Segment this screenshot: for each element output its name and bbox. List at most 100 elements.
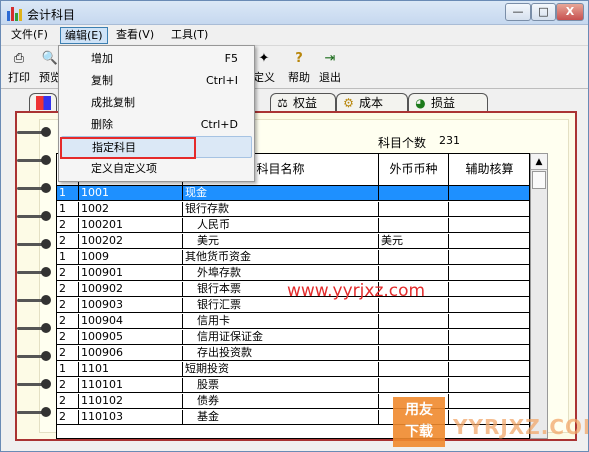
binder-ring	[11, 295, 51, 305]
define-label: 定义	[253, 71, 275, 84]
table-row[interactable]: 1 1001 现金	[57, 186, 529, 201]
menu-item-delete[interactable]: 删除 Ctrl+D	[59, 114, 254, 136]
table-row[interactable]: 2 100904 信用卡	[57, 314, 529, 329]
cell-level: 2	[57, 394, 79, 409]
menu-item-define-custom-label: 定义自定义项	[91, 162, 157, 175]
menu-item-copy[interactable]: 复制 Ctrl+I	[59, 70, 254, 92]
help-icon: ?	[295, 51, 303, 66]
cell-aux	[449, 186, 529, 201]
binder-ring	[11, 211, 51, 221]
cell-code: 1001	[79, 186, 183, 201]
cell-level: 1	[57, 250, 79, 265]
exit-label: 退出	[319, 71, 341, 84]
cell-code: 110102	[79, 394, 183, 409]
binder-ring	[11, 267, 51, 277]
tab-cost-label: 成本	[359, 96, 384, 110]
cell-code: 110101	[79, 378, 183, 393]
cell-code: 100903	[79, 298, 183, 313]
table-row[interactable]: 1 1101 短期投资	[57, 362, 529, 377]
watermark-logo-line1: 用友	[405, 402, 433, 418]
cell-level: 2	[57, 266, 79, 281]
scale-icon: ⚖	[277, 96, 288, 110]
binder-ring	[11, 127, 51, 137]
menu-view[interactable]: 查看(V)	[112, 27, 158, 44]
binder-ring	[11, 323, 51, 333]
table-row[interactable]: 2 100201 人民币	[57, 218, 529, 233]
cell-name: 其他货币资金	[183, 250, 379, 265]
cell-currency	[379, 186, 449, 201]
table-row[interactable]: 2 100906 存出投资款	[57, 346, 529, 361]
cell-aux	[449, 234, 529, 249]
cell-name: 信用卡	[183, 314, 379, 329]
cell-level: 1	[57, 186, 79, 201]
cell-aux	[449, 298, 529, 313]
print-button[interactable]: ⎙ 打印	[4, 49, 34, 87]
binder-ring	[11, 239, 51, 249]
menu-item-define-custom[interactable]: 定义自定义项	[59, 158, 254, 180]
account-count-value: 231	[439, 134, 460, 147]
cell-name: 基金	[183, 410, 379, 425]
printer-icon: ⎙	[13, 51, 25, 66]
help-button[interactable]: ? 帮助	[284, 49, 314, 87]
exit-icon: ⇥	[324, 51, 336, 66]
menu-item-delete-label: 删除	[91, 118, 113, 131]
menu-item-add[interactable]: 增加 F5	[59, 48, 254, 70]
cell-level: 2	[57, 410, 79, 425]
window-title: 会计科目	[27, 8, 76, 22]
cell-currency	[379, 330, 449, 345]
tab-profit-loss[interactable]: ◕ 损益	[408, 93, 488, 113]
tab-cost[interactable]: ⚙ 成本	[336, 93, 408, 113]
cell-currency	[379, 266, 449, 281]
cell-aux	[449, 218, 529, 233]
table-row[interactable]: 1 1009 其他货币资金	[57, 250, 529, 265]
app-icon	[6, 5, 22, 21]
header-currency[interactable]: 外币币种	[379, 154, 449, 186]
scroll-up-button[interactable]: ▲	[531, 154, 547, 170]
cell-currency	[379, 250, 449, 265]
scroll-thumb[interactable]	[532, 171, 546, 189]
tab-equity[interactable]: ⚖ 权益	[270, 93, 336, 113]
menu-edit[interactable]: 编辑(E)	[60, 27, 108, 44]
cell-aux	[449, 282, 529, 297]
table-row[interactable]: 2 110102 债券	[57, 394, 529, 409]
menu-file[interactable]: 文件(F)	[7, 27, 52, 44]
cell-code: 1101	[79, 362, 183, 377]
gear-icon: ⚙	[343, 96, 354, 110]
cell-currency	[379, 218, 449, 233]
header-aux[interactable]: 辅助核算	[449, 154, 529, 186]
cell-code: 110103	[79, 410, 183, 425]
cell-name: 股票	[183, 378, 379, 393]
vertical-scrollbar[interactable]: ▲	[530, 153, 548, 439]
table-row[interactable]: 2 110101 股票	[57, 378, 529, 393]
cell-name: 债券	[183, 394, 379, 409]
menu-item-batch-copy[interactable]: 成批复制	[59, 92, 254, 114]
table-row[interactable]: 2 100905 信用证保证金	[57, 330, 529, 345]
exit-button[interactable]: ⇥ 退出	[315, 49, 345, 87]
table-row[interactable]: 2 100202 美元 美元	[57, 234, 529, 249]
cell-currency	[379, 378, 449, 393]
table-row[interactable]: 1 1002 银行存款	[57, 202, 529, 217]
binder-ring	[11, 407, 51, 417]
maximize-button[interactable]: □	[531, 3, 556, 21]
close-button[interactable]: X	[556, 3, 584, 21]
tab-all[interactable]	[29, 93, 57, 113]
binder-ring	[11, 155, 51, 165]
cell-aux	[449, 266, 529, 281]
cell-aux	[449, 362, 529, 377]
cell-aux	[449, 346, 529, 361]
menu-item-batch-copy-label: 成批复制	[91, 96, 135, 109]
app-window: 会计科目 — □ X 文件(F) 编辑(E) 查看(V) 工具(T) ⎙ 打印 …	[0, 0, 589, 452]
cell-currency	[379, 346, 449, 361]
menu-item-copy-shortcut: Ctrl+I	[205, 74, 238, 87]
menu-tools[interactable]: 工具(T)	[167, 27, 212, 44]
cell-name: 现金	[183, 186, 379, 201]
table-row[interactable]: 2 100901 外埠存款	[57, 266, 529, 281]
tab-profit-loss-label: 损益	[431, 96, 456, 110]
minimize-button[interactable]: —	[505, 3, 531, 21]
binder-ring	[11, 183, 51, 193]
cell-currency: 美元	[379, 234, 449, 249]
cell-aux	[449, 250, 529, 265]
tab-equity-label: 权益	[293, 96, 318, 110]
binder-ring	[11, 351, 51, 361]
cell-level: 2	[57, 234, 79, 249]
